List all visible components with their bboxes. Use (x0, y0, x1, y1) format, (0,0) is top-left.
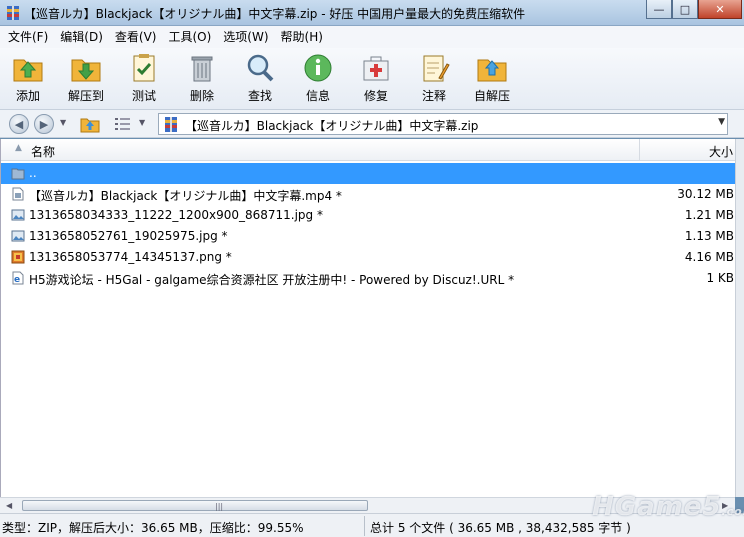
maximize-button[interactable]: □ (672, 0, 698, 19)
watermark-logo: HGame5.com (592, 492, 744, 522)
comment-button[interactable]: 注释 (406, 52, 462, 108)
test-button[interactable]: 测试 (116, 52, 172, 108)
close-button[interactable]: ✕ (698, 0, 742, 19)
chevron-down-icon[interactable]: ▼ (718, 117, 725, 127)
sort-ascending-icon: ▲ (15, 143, 22, 153)
delete-button[interactable]: 删除 (174, 52, 230, 108)
image-file-icon (11, 209, 25, 221)
address-path: 【巡音ルカ】Blackjack【オリジナル曲】中文字幕.zip (185, 119, 479, 133)
sfx-button[interactable]: 自解压 (464, 52, 520, 108)
extract-button[interactable]: 解压到 (58, 52, 114, 108)
trash-icon (191, 56, 213, 82)
search-icon (247, 54, 274, 82)
menu-edit[interactable]: 编辑(D) (54, 26, 109, 48)
notepad-pencil-icon (423, 55, 450, 82)
menu-tools[interactable]: 工具(O) (162, 26, 217, 48)
window-title: 【巡音ルカ】Blackjack【オリジナル曲】中文字幕.zip - 好压 中国用… (24, 7, 526, 21)
extract-icon (71, 59, 101, 82)
haozip-app-icon (7, 6, 19, 20)
repair-button[interactable]: 修复 (348, 52, 404, 108)
add-icon (13, 59, 43, 82)
menu-help[interactable]: 帮助(H) (275, 26, 329, 48)
history-dropdown-icon[interactable]: ▼ (60, 118, 66, 127)
scroll-thumb[interactable]: ||| (22, 500, 368, 511)
vertical-scrollbar[interactable] (735, 139, 744, 497)
add-button[interactable]: 添加 (0, 52, 56, 108)
grip-icon: ||| (215, 502, 224, 511)
back-button[interactable]: ◀ (9, 114, 29, 134)
title-bar: 【巡音ルカ】Blackjack【オリジナル曲】中文字幕.zip - 好压 中国用… (0, 0, 744, 26)
status-divider (364, 516, 365, 536)
menu-options[interactable]: 选项(W) (217, 26, 274, 48)
toolbar: 添加 解压到 测试 删除 查找 信息 修复 注释 自解压 (0, 48, 744, 110)
address-bar: ◀ ▶ ▼ ▼ 【巡音ルカ】Blackjack【オリジナル曲】中文字幕.zip … (0, 110, 744, 138)
info-icon (304, 54, 332, 82)
info-button[interactable]: 信息 (290, 52, 346, 108)
list-item[interactable]: 1313658052761_19025975.jpg * 1.13 MB (1, 226, 736, 247)
address-field[interactable]: 【巡音ルカ】Blackjack【オリジナル曲】中文字幕.zip ▼ (158, 113, 728, 135)
archive-icon (165, 117, 177, 132)
menu-file[interactable]: 文件(F) (2, 26, 54, 48)
status-archive-info: 类型：ZIP，解压后大小：36.65 MB，压缩比：99.55% (2, 521, 304, 535)
video-file-icon (12, 187, 24, 201)
list-item[interactable]: 1313658053774_14345137.png * 4.16 MB (1, 247, 736, 268)
parent-folder-icon (11, 168, 25, 180)
arrow-left-icon: ◀ (14, 117, 24, 131)
image-file-icon (11, 230, 25, 242)
column-name[interactable]: 名称 (31, 143, 55, 160)
list-item[interactable]: 【巡音ルカ】Blackjack【オリジナル曲】中文字幕.mp4 * 30.12 … (1, 184, 736, 205)
up-folder-icon[interactable] (80, 115, 100, 133)
minimize-button[interactable]: — (646, 0, 672, 19)
menu-bar: 文件(F) 编辑(D) 查看(V) 工具(O) 选项(W) 帮助(H) (0, 26, 744, 48)
first-aid-kit-icon (363, 56, 389, 81)
sfx-icon (477, 59, 507, 82)
find-button[interactable]: 查找 (232, 52, 288, 108)
window-controls: — □ ✕ (646, 0, 742, 20)
file-list: ▲ 名称 大小 .. 【巡音ルカ】Blackjack【オリジナル曲】中文字幕.m… (0, 139, 736, 497)
menu-view[interactable]: 查看(V) (109, 26, 163, 48)
svg-text:e: e (14, 275, 20, 285)
arrow-right-icon: ▶ (39, 117, 49, 131)
view-dropdown-icon[interactable]: ▼ (139, 118, 145, 127)
list-item-parent[interactable]: .. (1, 163, 736, 184)
list-item[interactable]: 1313658034333_11222_1200x900_868711.jpg … (1, 205, 736, 226)
column-size[interactable]: 大小 (709, 143, 733, 160)
test-icon (133, 54, 155, 82)
view-mode-icon[interactable] (114, 116, 132, 132)
column-separator[interactable] (639, 139, 640, 161)
list-item[interactable]: e H5游戏论坛 - H5Gal - galgame综合资源社区 开放注册中! … (1, 268, 736, 289)
internet-shortcut-icon: e (12, 271, 24, 285)
forward-button[interactable]: ▶ (34, 114, 54, 134)
list-header: ▲ 名称 大小 (1, 139, 736, 161)
png-file-icon (11, 250, 25, 264)
scroll-left-icon[interactable]: ◀ (6, 501, 12, 510)
